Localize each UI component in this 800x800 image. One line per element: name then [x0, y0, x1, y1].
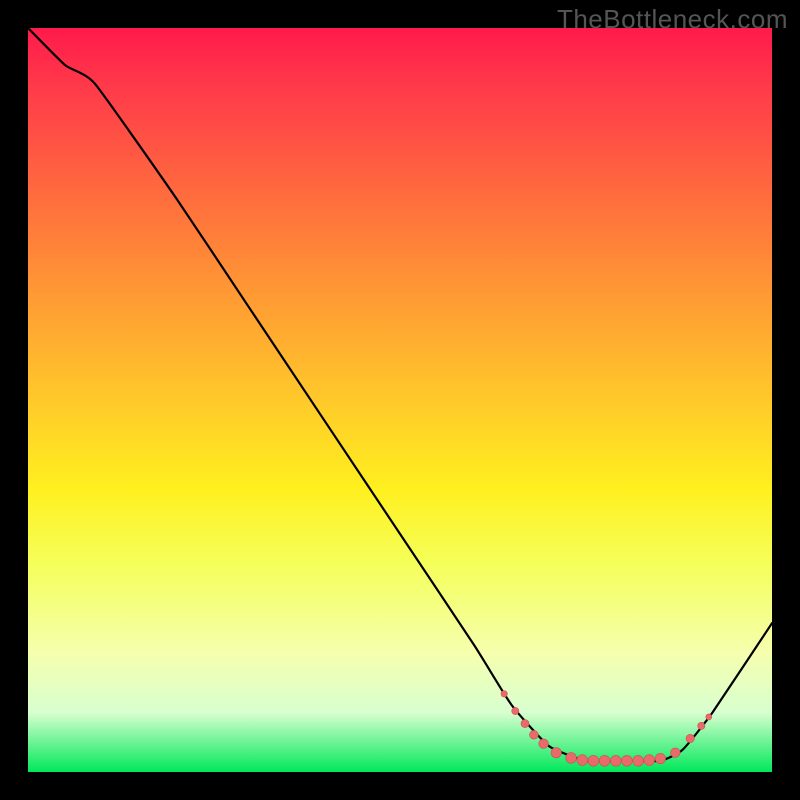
- bottleneck-curve: [28, 28, 772, 761]
- valley-dot: [671, 748, 681, 758]
- valley-dot: [530, 730, 539, 739]
- valley-dot: [551, 748, 561, 758]
- valley-dot: [706, 714, 712, 720]
- valley-dot: [566, 753, 577, 764]
- valley-dot: [698, 722, 705, 729]
- valley-dot: [622, 755, 633, 766]
- valley-dot: [610, 755, 621, 766]
- valley-dot: [655, 753, 665, 763]
- valley-dot: [633, 755, 644, 766]
- valley-dot: [501, 691, 507, 697]
- valley-dot: [512, 707, 519, 714]
- valley-dot: [686, 734, 694, 742]
- watermark-text: TheBottleneck.com: [557, 4, 788, 35]
- valley-dot: [599, 755, 610, 766]
- valley-dot: [577, 755, 588, 766]
- curve-layer: [28, 28, 772, 772]
- valley-dot: [588, 755, 599, 766]
- chart-frame: TheBottleneck.com: [0, 0, 800, 800]
- valley-dot: [539, 739, 549, 749]
- valley-dot: [644, 755, 655, 766]
- valley-dot: [521, 720, 529, 728]
